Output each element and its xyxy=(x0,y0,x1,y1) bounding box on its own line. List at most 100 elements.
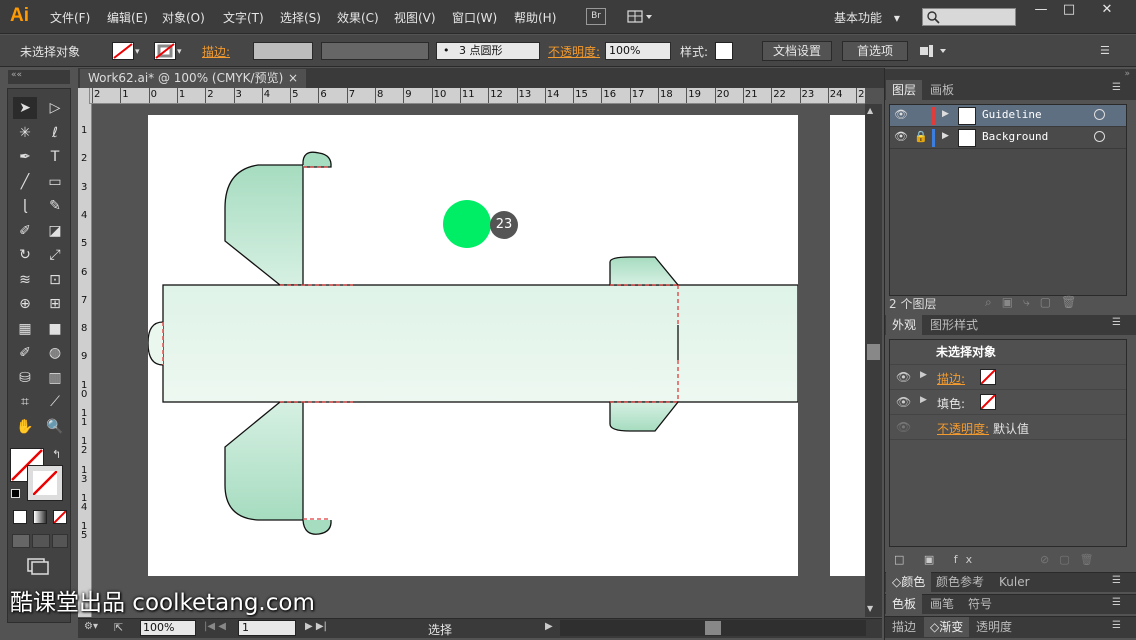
fill-dropdown-arrow-icon[interactable]: ▾ xyxy=(135,47,145,57)
workspace-switcher[interactable]: 基本功能 ▾ xyxy=(834,9,900,26)
arrange-align-icon[interactable] xyxy=(918,43,948,59)
appearance-opacity-row[interactable]: 👁 不透明度: 默认值 xyxy=(890,415,1126,440)
width-tool-icon[interactable]: ≋ xyxy=(13,269,37,291)
panel-menu-icon[interactable]: ☰ xyxy=(1112,620,1121,631)
rectangle-tool-icon[interactable]: ▭ xyxy=(43,171,67,193)
layer-name[interactable]: Background xyxy=(982,130,1048,143)
layer-action-icons[interactable]: ⌕▣⤷▢🗑 xyxy=(985,295,1086,310)
pen-tool-icon[interactable]: ✒ xyxy=(13,146,37,168)
mesh-tool-icon[interactable]: ▦ xyxy=(13,318,37,340)
zoom-select[interactable]: 100% xyxy=(140,620,196,636)
box-dieline-artwork[interactable] xyxy=(148,115,798,576)
lock-icon[interactable]: 🔒 xyxy=(914,130,928,143)
tab-color[interactable]: ◇颜色 xyxy=(886,572,932,592)
document-setup-button[interactable]: 文档设置 xyxy=(762,41,832,61)
menu-edit[interactable]: 编辑(E) xyxy=(107,9,148,26)
layers-panel-menu-icon[interactable]: ☰ xyxy=(1112,82,1121,93)
share-icon[interactable]: ⇱ xyxy=(114,621,123,634)
toolbox-collapse-icon[interactable]: «« xyxy=(8,70,70,84)
expand-triangle-icon[interactable]: ▶ xyxy=(920,395,927,405)
symbol-sprayer-tool-icon[interactable]: ⛁ xyxy=(13,367,37,389)
horizontal-scroll-thumb[interactable] xyxy=(705,621,721,635)
screen-mode-icon[interactable] xyxy=(26,557,50,575)
scale-tool-icon[interactable]: ⤢ xyxy=(43,244,67,266)
none-mode-button[interactable] xyxy=(53,510,67,524)
minimize-button[interactable]: — xyxy=(1028,2,1054,20)
menu-select[interactable]: 选择(S) xyxy=(280,9,321,26)
layer-name[interactable]: Guideline xyxy=(982,108,1042,121)
eyedropper-tool-icon[interactable]: ✐ xyxy=(13,342,37,364)
tab-swatches[interactable]: 色板 xyxy=(886,594,923,614)
menu-object[interactable]: 对象(O) xyxy=(162,9,205,26)
vertical-ruler[interactable]: 1 2 3 4 5 6 7 8 9 1 0 1 1 1 2 1 3 1 4 1 5 xyxy=(78,104,92,617)
slice-tool-icon[interactable]: ⟋ xyxy=(43,391,67,413)
stroke-color-box[interactable] xyxy=(27,465,63,501)
type-tool-icon[interactable]: T xyxy=(43,146,67,168)
paintbrush-tool-icon[interactable]: ɭ xyxy=(13,195,37,217)
expand-triangle-icon[interactable]: ▶ xyxy=(942,109,949,119)
menu-view[interactable]: 视图(V) xyxy=(394,9,436,26)
blend-tool-icon[interactable]: ◍ xyxy=(43,342,67,364)
tab-transparency[interactable]: 透明度 xyxy=(970,617,1018,637)
draw-inside-button[interactable] xyxy=(52,534,68,548)
document-tab[interactable]: Work62.ai* @ 100% (CMYK/预览) × xyxy=(80,69,306,88)
panel-menu-icon[interactable]: ☰ xyxy=(1112,575,1121,586)
swap-colors-icon[interactable]: ↰ xyxy=(52,448,61,461)
brush-definition-select[interactable]: • 3 点圆形 xyxy=(436,42,540,60)
zoom-tool-icon[interactable]: 🔍 xyxy=(43,416,67,438)
appearance-fill-row[interactable]: 👁 ▶ 填色: xyxy=(890,390,1126,415)
stroke-weight-field[interactable] xyxy=(253,42,313,60)
eye-icon[interactable]: 👁 xyxy=(896,420,911,434)
scroll-up-icon[interactable]: ▲ xyxy=(867,106,873,115)
draw-normal-button[interactable] xyxy=(12,534,30,548)
artboard-number-select[interactable]: 1 xyxy=(238,620,296,636)
maximize-button[interactable]: □ xyxy=(1056,2,1082,20)
direct-selection-tool-icon[interactable]: ▷ xyxy=(43,97,67,119)
line-tool-icon[interactable]: ╱ xyxy=(13,171,37,193)
draw-behind-button[interactable] xyxy=(32,534,50,548)
rotate-tool-icon[interactable]: ↻ xyxy=(13,244,37,266)
tab-appearance[interactable]: 外观 xyxy=(886,315,923,335)
stroke-dropdown-arrow-icon[interactable]: ▾ xyxy=(177,47,182,57)
tab-color-guide[interactable]: 颜色参考 xyxy=(930,572,990,592)
variable-width-field[interactable] xyxy=(321,42,429,60)
free-transform-tool-icon[interactable]: ⊡ xyxy=(43,269,67,291)
eye-icon[interactable]: 👁 xyxy=(894,130,908,143)
tab-stroke[interactable]: 描边 xyxy=(886,617,922,637)
control-bar-menu-icon[interactable]: ☰ xyxy=(1100,44,1118,58)
menu-type[interactable]: 文字(T) xyxy=(223,9,264,26)
appearance-stroke-row[interactable]: 👁 ▶ 描边: xyxy=(890,365,1126,390)
tab-symbols[interactable]: 符号 xyxy=(962,594,998,614)
bridge-button[interactable]: Br xyxy=(586,8,606,25)
color-mode-button[interactable] xyxy=(13,510,27,524)
status-menu-arrow-icon[interactable]: ▶ xyxy=(545,621,553,632)
appearance-action-icons[interactable]: □ ▣ fx xyxy=(894,553,980,566)
layer-row[interactable]: 👁 🔒 ▶ Background xyxy=(890,127,1126,149)
appearance-opacity-label[interactable]: 不透明度: xyxy=(937,420,989,437)
panel-collapse-icon[interactable]: » xyxy=(885,69,1136,80)
gradient-mode-button[interactable] xyxy=(33,510,47,524)
eye-icon[interactable]: 👁 xyxy=(894,108,908,121)
fill-none-swatch[interactable] xyxy=(980,394,996,410)
stroke-swatch[interactable] xyxy=(154,42,176,60)
artboard-tool-icon[interactable]: ⌗ xyxy=(13,391,37,413)
appearance-panel-menu-icon[interactable]: ☰ xyxy=(1112,317,1121,328)
menu-window[interactable]: 窗口(W) xyxy=(452,9,497,26)
ruler-origin[interactable] xyxy=(78,88,90,104)
menu-help[interactable]: 帮助(H) xyxy=(514,9,556,26)
close-tab-icon[interactable]: × xyxy=(288,69,298,88)
preferences-button[interactable]: 首选项 xyxy=(842,41,908,61)
vertical-scrollbar[interactable] xyxy=(865,104,882,617)
opacity-label[interactable]: 不透明度: xyxy=(548,43,600,60)
tab-gradient[interactable]: ◇渐变 xyxy=(924,617,970,637)
first-artboard-icon[interactable]: |◀ ◀ xyxy=(204,621,226,632)
tab-kuler[interactable]: Kuler xyxy=(993,572,1036,592)
stroke-none-swatch[interactable] xyxy=(980,369,996,385)
scroll-down-icon[interactable]: ▼ xyxy=(867,604,873,613)
pencil-tool-icon[interactable]: ✎ xyxy=(43,195,67,217)
gradient-tool-icon[interactable]: ■ xyxy=(43,318,67,340)
eye-icon[interactable]: 👁 xyxy=(896,395,911,409)
appearance-stroke-label[interactable]: 描边: xyxy=(937,370,965,387)
eye-icon[interactable]: 👁 xyxy=(896,370,911,384)
shape-builder-tool-icon[interactable]: ⊕ xyxy=(13,293,37,315)
